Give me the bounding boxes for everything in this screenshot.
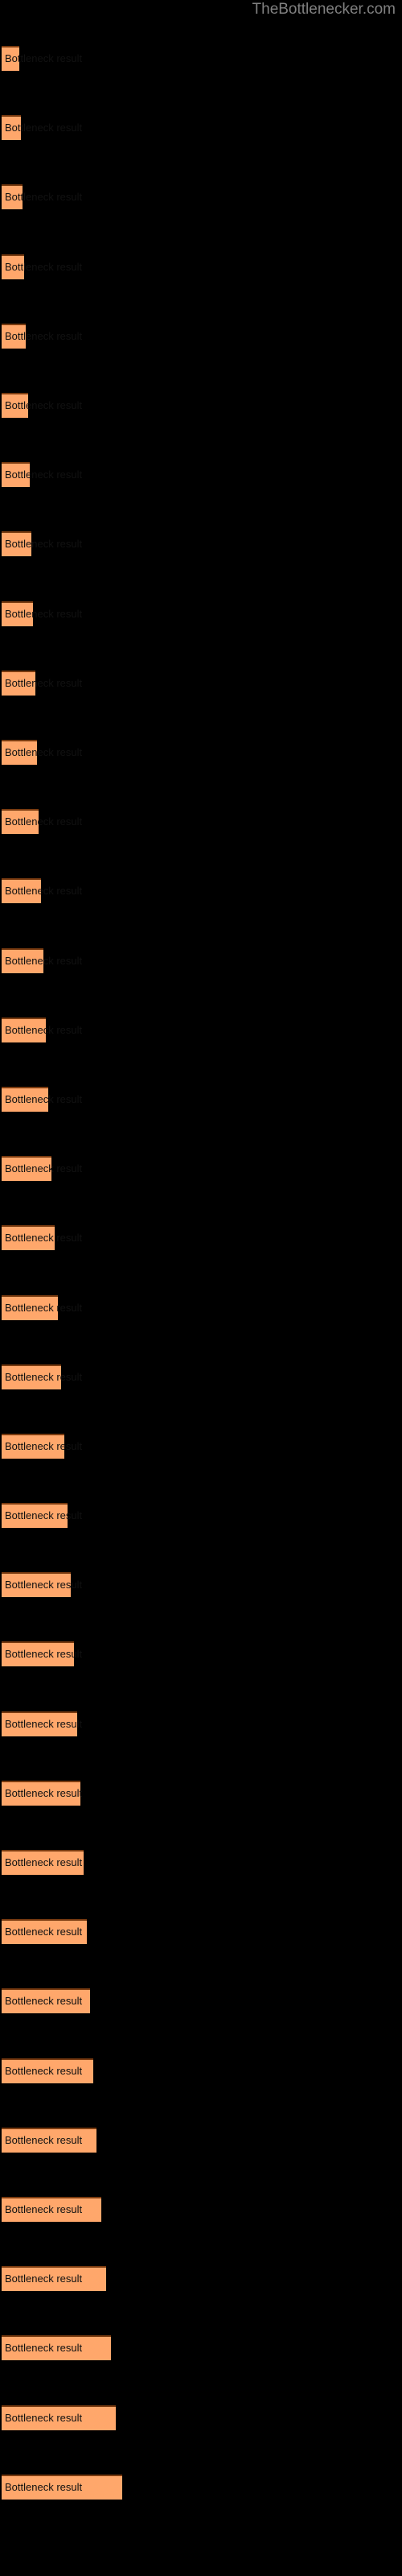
bar: [2, 601, 33, 626]
bar: [2, 46, 19, 71]
bar: [2, 1294, 58, 1320]
bar: [2, 739, 37, 765]
bar: [2, 1641, 74, 1667]
bar: [2, 323, 26, 349]
bar: [2, 462, 30, 488]
bar: [2, 670, 35, 696]
bar: [2, 1503, 68, 1529]
bar: [2, 2335, 111, 2361]
bar: [2, 1572, 71, 1598]
bar: [2, 1433, 64, 1459]
bar: [2, 1086, 48, 1112]
bar: [2, 1364, 61, 1389]
bar: [2, 2127, 96, 2153]
bar: [2, 878, 41, 904]
bar: [2, 2266, 106, 2292]
bar: [2, 1225, 55, 1251]
bar: [2, 1156, 51, 1182]
bar: [2, 2058, 93, 2083]
bar: [2, 1780, 80, 1806]
bar: [2, 2405, 116, 2430]
bar: [2, 531, 31, 557]
bar: [2, 1711, 77, 1736]
bar: [2, 1988, 90, 2014]
bar: [2, 2197, 101, 2223]
bar: [2, 1919, 87, 1945]
bar: [2, 392, 28, 418]
bar: [2, 809, 39, 835]
bar: [2, 1017, 46, 1042]
bar: [2, 1850, 84, 1876]
bar: [2, 2474, 122, 2500]
bar: [2, 254, 24, 279]
bar: [2, 947, 43, 973]
bar-chart: TheBottlenecker.com Bottleneck result Bot…: [0, 0, 402, 2576]
bar: [2, 115, 21, 141]
bar: [2, 184, 23, 210]
page-title: TheBottlenecker.com: [252, 1, 396, 18]
